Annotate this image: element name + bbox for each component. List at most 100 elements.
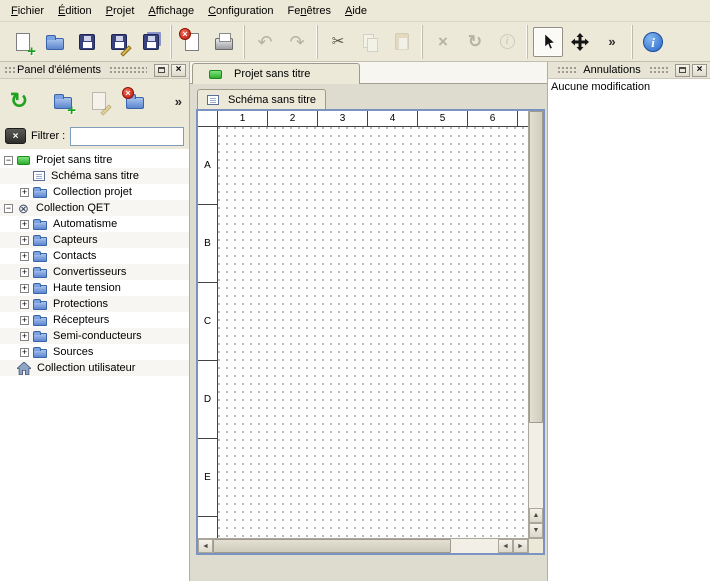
scroll-left-button[interactable]: ◄	[198, 539, 213, 553]
main-toolbar: +×↶↷✂×↻i»i	[0, 22, 710, 62]
tree-item-recepteurs[interactable]: +Récepteurs	[0, 312, 189, 328]
tree-expander[interactable]: +	[20, 332, 29, 341]
home-icon	[17, 362, 31, 375]
scroll-down-button[interactable]: ▼	[529, 523, 543, 538]
reload-collections-button[interactable]: ↻	[4, 86, 34, 116]
menu-edition[interactable]: Édition	[51, 2, 99, 20]
diagram-canvas[interactable]	[218, 127, 528, 538]
paste-icon	[395, 33, 409, 50]
tree-expander[interactable]: +	[20, 300, 29, 309]
ruler-column-label: 3	[318, 111, 368, 126]
scroll-up-button[interactable]: ▲	[529, 508, 543, 523]
tree-item-label: Haute tension	[51, 282, 123, 294]
tree-item-contacts[interactable]: +Contacts	[0, 248, 189, 264]
ruler-row-label: E	[198, 439, 217, 517]
schema-icon	[207, 95, 219, 105]
undo-history-list: Aucune modification	[548, 79, 710, 581]
about-button[interactable]: i	[638, 27, 668, 57]
menu-aide[interactable]: Aide	[338, 2, 374, 20]
new-document-button[interactable]: +	[8, 27, 38, 57]
ruler-filler	[518, 111, 528, 126]
filter-label: Filtrer :	[31, 130, 65, 142]
select-mode-button[interactable]	[533, 27, 563, 57]
tree-expander[interactable]: −	[4, 156, 13, 165]
rotate-button: ↻	[460, 27, 490, 57]
horizontal-scrollbar-thumb[interactable]	[213, 539, 451, 553]
toolbar-overflow-button[interactable]: »	[597, 27, 627, 57]
float-panel-button[interactable]	[154, 64, 169, 77]
ruler-corner	[198, 111, 218, 127]
scrollbar-corner	[528, 538, 543, 553]
save-as-button[interactable]	[104, 27, 134, 57]
tree-item-label: Protections	[51, 298, 110, 310]
tree-item-sources[interactable]: +Sources	[0, 344, 189, 360]
print-button[interactable]	[209, 27, 239, 57]
menu-fichier[interactable]: Fichier	[4, 2, 51, 20]
tree-expander[interactable]: +	[20, 188, 29, 197]
vertical-scrollbar[interactable]: ▲ ▼	[528, 111, 543, 538]
tree-expander[interactable]: +	[20, 252, 29, 261]
ruler-row-label: D	[198, 361, 217, 439]
new-element-button[interactable]: +	[48, 86, 78, 116]
tree-item-collection-projet[interactable]: +Collection projet	[0, 184, 189, 200]
tree-item-projet-sans-titre[interactable]: −Projet sans titre	[0, 152, 189, 168]
tree-expander[interactable]: +	[20, 284, 29, 293]
undo-panel-title: Annulations	[581, 64, 643, 76]
close-panel-button[interactable]: ×	[692, 64, 707, 77]
scroll-left-button-2[interactable]: ◄	[498, 539, 513, 553]
tree-item-collection-utilisateur[interactable]: Collection utilisateur	[0, 360, 189, 376]
horizontal-scrollbar[interactable]: ◄ ◄ ►	[198, 538, 528, 553]
tree-expander[interactable]: −	[4, 204, 13, 213]
save-all-button[interactable]	[136, 27, 166, 57]
tree-item-convertisseurs[interactable]: +Convertisseurs	[0, 264, 189, 280]
tree-expander[interactable]: +	[20, 220, 29, 229]
tree-item-capteurs[interactable]: + Capteurs	[0, 232, 189, 248]
about-icon: i	[643, 32, 663, 52]
folder-icon	[33, 269, 47, 278]
pan-mode-button[interactable]	[565, 27, 595, 57]
tree-expander[interactable]: +	[20, 236, 29, 245]
tree-item-protections[interactable]: + Protections	[0, 296, 189, 312]
tree-expander[interactable]: +	[20, 348, 29, 357]
filter-input[interactable]	[70, 127, 184, 146]
tree-item-collection-qet[interactable]: −⊗Collection QET	[0, 200, 189, 216]
tree-item-automatisme[interactable]: +Automatisme	[0, 216, 189, 232]
close-icon: ×	[176, 65, 182, 75]
undo-panel-titlebar[interactable]: Annulations ×	[548, 62, 710, 79]
save-button[interactable]	[72, 27, 102, 57]
tree-expander[interactable]: +	[20, 316, 29, 325]
open-project-button[interactable]	[40, 27, 70, 57]
tree-item-label: Capteurs	[51, 234, 100, 246]
tree-item-semi-conducteurs[interactable]: +Semi-conducteurs	[0, 328, 189, 344]
float-panel-button[interactable]	[675, 64, 690, 77]
tab-schema-sans-titre[interactable]: Schéma sans titre	[197, 89, 326, 109]
tree-item-schema-sans-titre[interactable]: Schéma sans titre	[0, 168, 189, 184]
scroll-right-button[interactable]: ►	[513, 539, 528, 553]
folder-icon	[33, 285, 47, 294]
vertical-scrollbar-thumb[interactable]	[529, 111, 543, 423]
mdi-area: Projet sans titre Schéma sans titre 1234…	[190, 62, 547, 581]
close-document-button[interactable]: ×	[177, 27, 207, 57]
rotate-icon: ↻	[468, 33, 482, 50]
clear-filter-button[interactable]: ×	[5, 128, 26, 144]
folder-icon	[33, 189, 47, 198]
elements-toolbar-overflow[interactable]: »	[175, 94, 182, 109]
close-panel-button[interactable]: ×	[171, 64, 186, 77]
open-project-icon	[46, 38, 64, 50]
menu-projet[interactable]: Projet	[99, 2, 142, 20]
ruler-column-label: 5	[418, 111, 468, 126]
tree-item-haute-tension[interactable]: + Haute tension	[0, 280, 189, 296]
menu-fenetres[interactable]: Fenêtres	[281, 2, 338, 20]
tree-item-label: Schéma sans titre	[49, 170, 141, 182]
project-tabbar: Projet sans titre	[190, 62, 547, 84]
reload-collections-icon: ↻	[10, 90, 28, 112]
elements-panel-titlebar[interactable]: Panel d'éléments ×	[0, 62, 189, 79]
horizontal-scrollbar-track[interactable]	[451, 539, 498, 553]
tree-expander[interactable]: +	[20, 268, 29, 277]
vertical-scrollbar-track[interactable]	[529, 423, 543, 508]
tab-projet-sans-titre[interactable]: Projet sans titre	[192, 63, 360, 84]
menu-affichage[interactable]: Affichage	[141, 2, 201, 20]
menu-configuration[interactable]: Configuration	[201, 2, 280, 20]
delete-element-button[interactable]: ×	[120, 86, 150, 116]
folder-icon	[33, 333, 47, 342]
